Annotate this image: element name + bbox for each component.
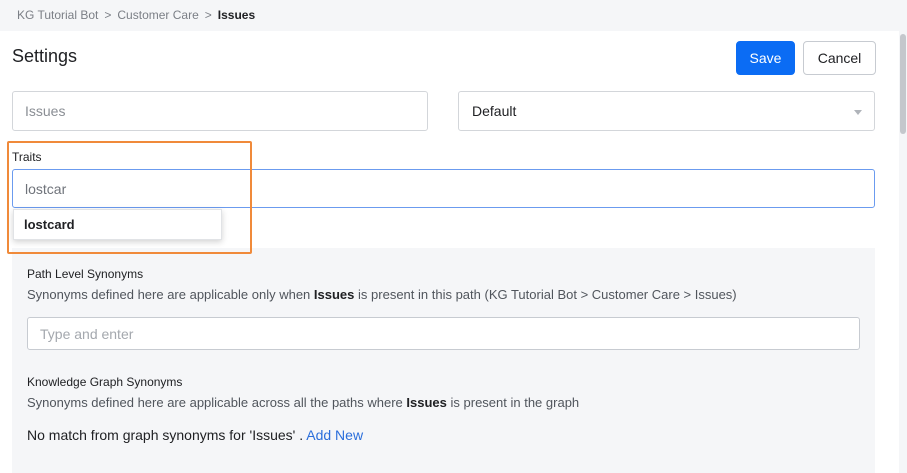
breadcrumb-separator: > [204,8,212,22]
breadcrumb-item-bot[interactable]: KG Tutorial Bot [17,8,98,22]
save-button[interactable]: Save [736,41,795,75]
type-select-value: Default [472,103,517,119]
type-select[interactable]: Default [458,91,875,131]
path-synonyms-title: Path Level Synonyms [27,267,144,281]
trait-suggestion[interactable]: lostcard [13,209,222,240]
traits-input[interactable] [12,169,875,208]
path-synonyms-description: Synonyms defined here are applicable onl… [27,287,737,302]
breadcrumb-current: Issues [217,8,256,22]
graph-synonyms-description: Synonyms defined here are applicable acr… [27,395,580,410]
trait-suggestion-label: lostcard [24,217,75,232]
no-match-message: No match from graph synonyms for 'Issues… [27,427,364,443]
scrollbar-thumb[interactable] [900,34,906,134]
chevron-down-icon [854,110,862,115]
page-title: Settings [12,46,78,66]
breadcrumb: KG Tutorial Bot > Customer Care > Issues [17,8,255,22]
node-name-input[interactable] [12,91,428,131]
cancel-button[interactable]: Cancel [803,41,876,75]
breadcrumb-separator: > [104,8,112,22]
path-synonyms-input[interactable] [27,317,860,350]
top-bar: KG Tutorial Bot > Customer Care > Issues [0,0,907,31]
graph-synonyms-title: Knowledge Graph Synonyms [27,375,183,389]
add-new-link[interactable]: Add New [306,427,363,443]
traits-label: Traits [12,150,42,164]
breadcrumb-item-customer-care[interactable]: Customer Care [117,8,198,22]
